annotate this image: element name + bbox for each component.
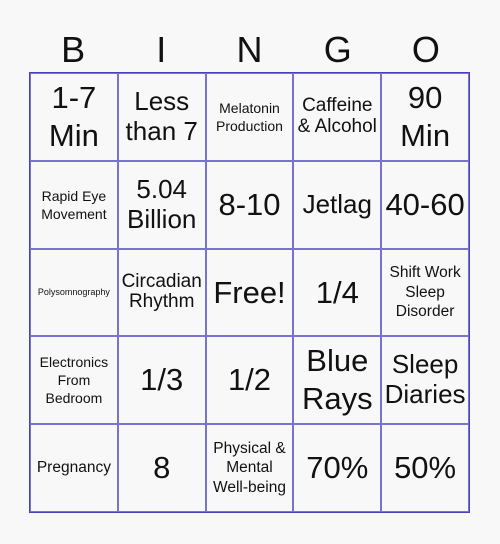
bingo-cell[interactable]: Polysomnography (30, 248, 118, 337)
bingo-cell[interactable]: 70% (293, 424, 382, 512)
bingo-cell[interactable]: 1/2 (205, 336, 294, 425)
bingo-cell[interactable]: Rapid Eye Movement (30, 160, 118, 249)
bingo-cell[interactable]: Sleep Diaries (381, 336, 469, 425)
bingo-cell[interactable]: 1/4 (293, 248, 382, 337)
bingo-cell[interactable]: 90 Min (381, 73, 469, 161)
bingo-cell[interactable]: Pregnancy (30, 424, 118, 512)
header-letter-g: G (323, 29, 352, 70)
bingo-cell[interactable]: 1-7 Min (30, 73, 118, 161)
bingo-cell[interactable]: 5.04 Billion (117, 160, 206, 249)
header-letter-n: N (236, 29, 263, 70)
bingo-cell[interactable]: Electronics From Bedroom (30, 336, 118, 425)
bingo-cell[interactable]: Melatonin Production (205, 73, 294, 161)
header-letter-o: O (411, 29, 440, 70)
bingo-cell[interactable]: Jetlag (293, 160, 382, 249)
bingo-cell[interactable]: 1/3 (117, 336, 206, 425)
bingo-header: B I N G O (29, 28, 470, 72)
bingo-cell[interactable]: 8 (117, 424, 206, 512)
bingo-cell[interactable]: Shift Work Sleep Disorder (381, 248, 469, 337)
free-space-cell[interactable]: Free! (205, 248, 294, 337)
bingo-cell[interactable]: Less than 7 (117, 73, 206, 161)
header-letter-b: B (61, 29, 86, 70)
bingo-cell[interactable]: Caffeine & Alcohol (293, 73, 382, 161)
bingo-cell[interactable]: 8-10 (205, 160, 294, 249)
bingo-grid: 1-7 Min Less than 7 Melatonin Production… (29, 72, 470, 513)
bingo-cell[interactable]: 50% (381, 424, 469, 512)
bingo-cell[interactable]: Circadian Rhythm (117, 248, 206, 337)
bingo-cell[interactable]: Physical & Mental Well-being (205, 424, 294, 512)
header-letter-i: I (156, 29, 167, 70)
bingo-cell[interactable]: 40-60 (381, 160, 469, 249)
bingo-cell[interactable]: Blue Rays (293, 336, 382, 425)
